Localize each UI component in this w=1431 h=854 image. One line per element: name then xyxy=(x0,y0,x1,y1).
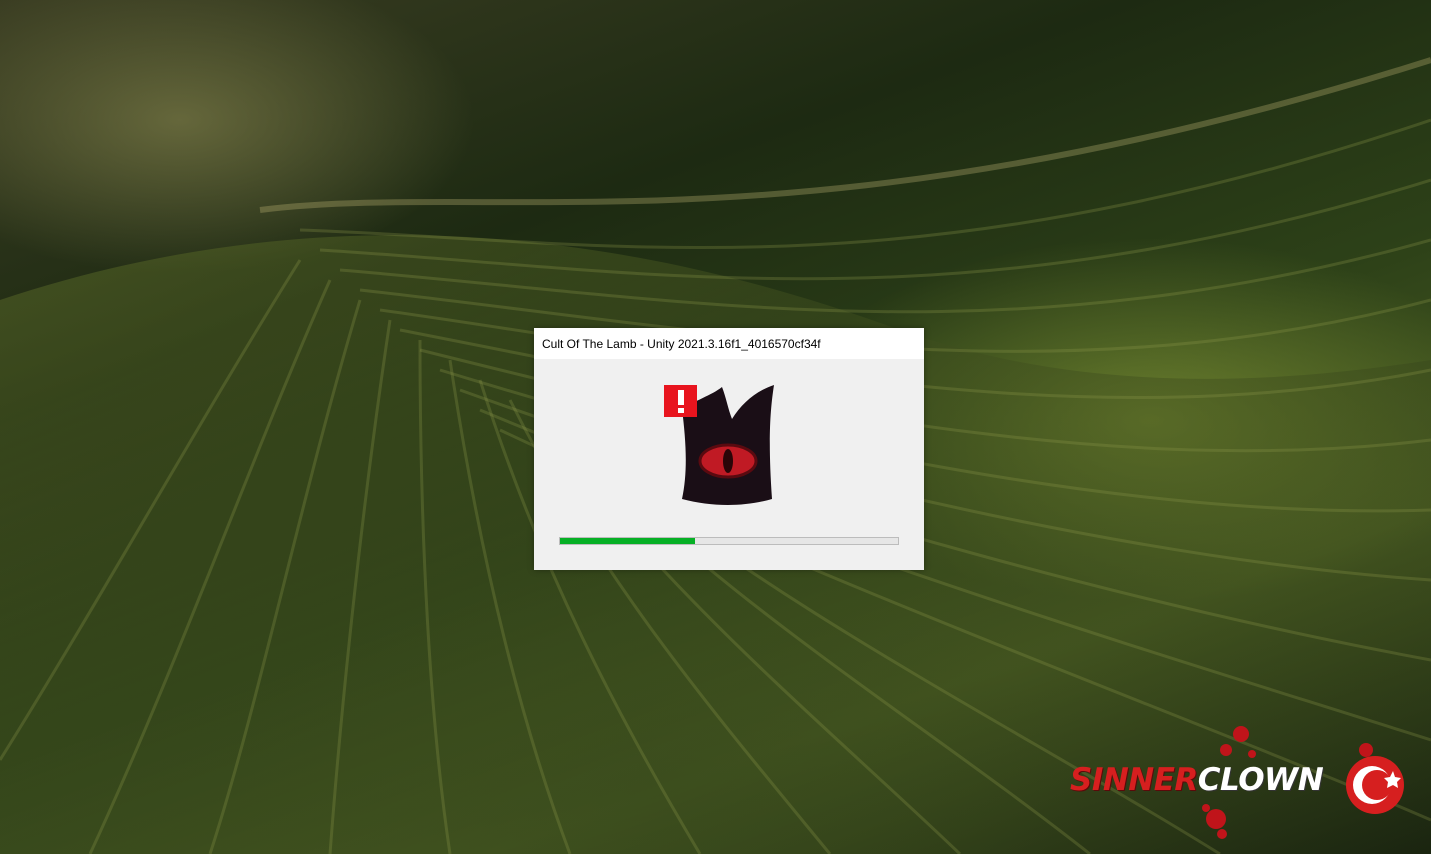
splash-window[interactable]: Cult Of The Lamb - Unity 2021.3.16f1_401… xyxy=(534,328,924,570)
cult-crown-eye-icon xyxy=(664,385,774,505)
title-bar[interactable]: Cult Of The Lamb - Unity 2021.3.16f1_401… xyxy=(534,328,924,359)
splash-body xyxy=(534,359,924,570)
loading-progress-bar xyxy=(559,537,899,545)
watermark-clown: CLOWN xyxy=(1197,762,1324,798)
desktop: Cult Of The Lamb - Unity 2021.3.16f1_401… xyxy=(0,0,1431,854)
window-title: Cult Of The Lamb - Unity 2021.3.16f1_401… xyxy=(542,336,821,351)
loading-progress-fill xyxy=(560,538,696,544)
crescent-star-icon xyxy=(1346,756,1404,814)
sinnerclown-watermark: SINNERCLOWN xyxy=(1066,724,1411,844)
watermark-sinner: SINNER xyxy=(1070,762,1198,798)
exclamation-warning-icon xyxy=(664,385,697,417)
